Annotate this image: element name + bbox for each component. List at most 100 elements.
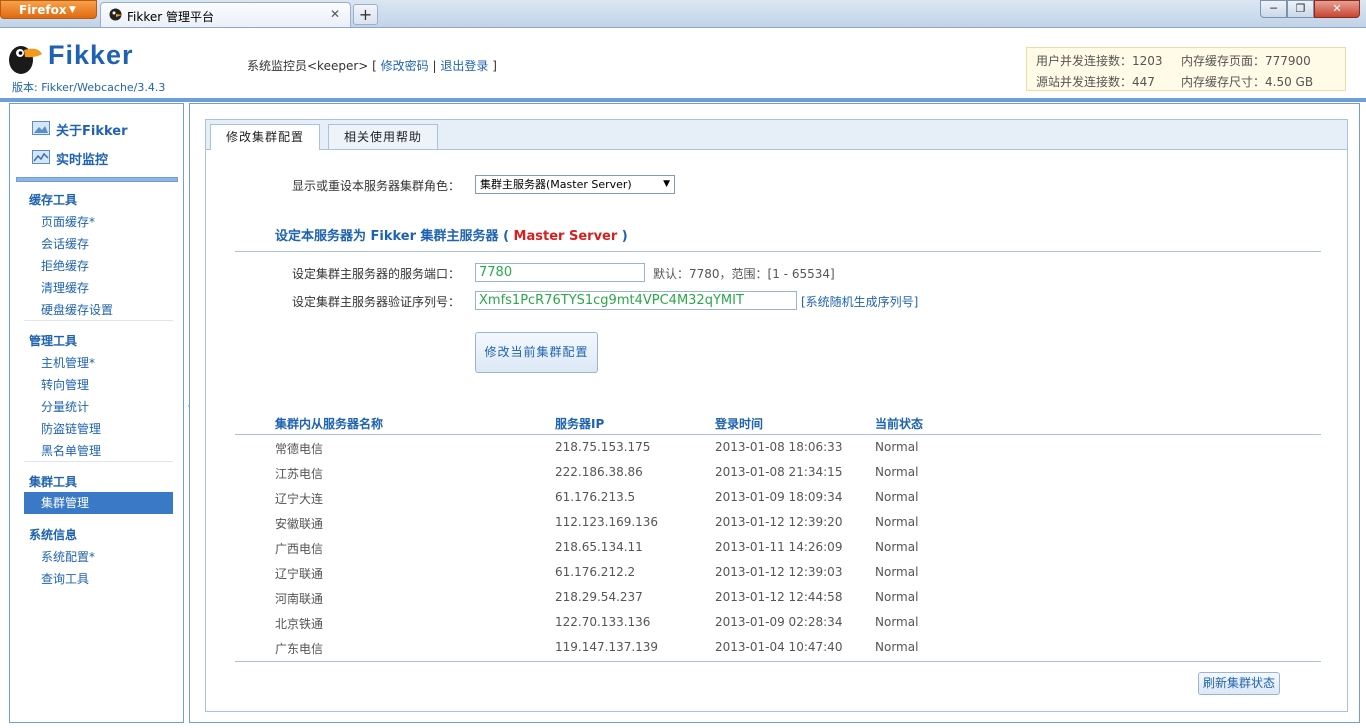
header-divider: [0, 98, 1366, 102]
table-footer-divider: [235, 661, 1321, 662]
user-role-text: 系统监控员<keeper> [: [247, 59, 377, 73]
table-header-ip: 服务器IP: [555, 417, 605, 431]
port-input[interactable]: 7780: [475, 263, 645, 282]
submit-cluster-config-button[interactable]: 修改当前集群配置: [475, 332, 598, 373]
cell-login-time: 2013-01-12 12:39:20: [715, 515, 843, 529]
sidebar-item-query-tools[interactable]: 查询工具: [41, 570, 89, 587]
fikker-logo: Fikker: [8, 38, 188, 78]
table-row: 辽宁大连 61.176.213.5 2013-01-09 18:09:34 No…: [206, 490, 1347, 515]
role-label: 显示或重设本服务器集群角色：: [292, 179, 461, 193]
user-bar: 系统监控员<keeper> [ 修改密码 | 退出登录 ]: [247, 57, 497, 74]
sidebar-group-cache: 缓存工具: [29, 193, 78, 207]
tab-title: Fikker 管理平台: [127, 10, 214, 24]
tab-edit-cluster-config[interactable]: 修改集群配置: [210, 124, 320, 150]
cell-ip: 119.147.137.139: [555, 640, 659, 654]
port-hint: 默认：7780，范围：[1 - 65534]: [653, 267, 835, 281]
table-header-status: 当前状态: [875, 417, 924, 431]
table-header-divider: [235, 434, 1321, 435]
tab-strip: 修改集群配置 相关使用帮助: [206, 120, 1347, 150]
sidebar-item-page-cache[interactable]: 页面缓存*: [41, 213, 95, 230]
cell-status: Normal: [875, 515, 919, 529]
cell-name: 广东电信: [275, 642, 324, 656]
sidebar-item-hotlink[interactable]: 防盗链管理: [41, 420, 101, 437]
cell-login-time: 2013-01-09 02:28:34: [715, 615, 843, 629]
serial-input[interactable]: Xmfs1PcR76TYS1cg9mt4VPC4M32qYMIT: [475, 291, 797, 310]
cell-status: Normal: [875, 440, 919, 454]
cell-name: 广西电信: [275, 542, 324, 556]
firefox-menu-button[interactable]: Firefox ▼: [0, 0, 97, 19]
sidebar-item-blacklist[interactable]: 黑名单管理: [41, 442, 101, 459]
cell-status: Normal: [875, 565, 919, 579]
sidebar: 关于Fikker 实时监控 缓存工具 页面缓存* 会话缓存 拒绝缓存 清理缓存 …: [9, 103, 184, 723]
cell-ip: 122.70.133.136: [555, 615, 651, 629]
browser-tab[interactable]: Fikker 管理平台 ✕: [100, 2, 351, 27]
table-row: 常德电信 218.75.153.175 2013-01-08 18:06:33 …: [206, 440, 1347, 465]
change-password-link[interactable]: 修改密码: [381, 59, 429, 73]
cell-name: 常德电信: [275, 442, 324, 456]
maximize-button[interactable]: ❐: [1287, 0, 1314, 18]
cell-login-time: 2013-01-08 18:06:33: [715, 440, 843, 454]
section-title-prefix: 设定本服务器为 Fikker 集群主服务器 (: [275, 229, 510, 244]
cell-ip: 222.186.38.86: [555, 465, 643, 479]
cluster-role-select[interactable]: 集群主服务器(Master Server) ▼: [475, 175, 675, 194]
port-label: 设定集群主服务器的服务端口：: [292, 267, 461, 281]
cell-status: Normal: [875, 615, 919, 629]
main-content: 修改集群配置 相关使用帮助 显示或重设本服务器集群角色： 集群主服务器(Mast…: [189, 103, 1360, 723]
cell-status: Normal: [875, 465, 919, 479]
tab-help[interactable]: 相关使用帮助: [328, 124, 438, 149]
sidebar-item-session-cache[interactable]: 会话缓存: [41, 235, 89, 252]
user-connections-stat: 用户并发连接数：1203: [1036, 54, 1163, 68]
cell-ip: 61.176.212.2: [555, 565, 636, 579]
cell-status: Normal: [875, 640, 919, 654]
new-tab-button[interactable]: +: [353, 4, 378, 25]
chevron-down-icon: ▼: [663, 179, 670, 189]
sidebar-item-system-config[interactable]: 系统配置*: [41, 548, 95, 565]
sidebar-item-cluster-management[interactable]: 集群管理: [24, 492, 173, 514]
sidebar-item-redirect[interactable]: 转向管理: [41, 376, 89, 393]
sidebar-item-reject-cache[interactable]: 拒绝缓存: [41, 257, 89, 274]
sidebar-item-stats[interactable]: 分量统计: [41, 398, 89, 415]
sidebar-item-disk-cache[interactable]: 硬盘缓存设置: [41, 301, 113, 318]
sidebar-item-hosts[interactable]: 主机管理*: [41, 354, 95, 371]
sidebar-item-purge-cache[interactable]: 清理缓存: [41, 279, 89, 296]
cell-name: 安徽联通: [275, 517, 324, 531]
cell-login-time: 2013-01-12 12:39:03: [715, 565, 843, 579]
user-bar-separator: |: [432, 59, 437, 73]
tab-close-icon[interactable]: ✕: [330, 7, 340, 21]
cell-ip: 218.65.134.11: [555, 540, 643, 554]
logo-text: Fikker: [48, 40, 134, 70]
minimize-button[interactable]: ─: [1260, 0, 1287, 18]
serial-label: 设定集群主服务器验证序列号：: [292, 295, 461, 309]
sidebar-link-about-label: 关于Fikker: [56, 124, 128, 139]
chevron-down-icon: ▼: [69, 5, 76, 15]
cell-name: 北京铁通: [275, 617, 324, 631]
close-window-button[interactable]: ✕: [1314, 0, 1360, 18]
memory-pages-stat: 内存缓存页面：777900: [1181, 54, 1311, 68]
section-title-suffix: ): [621, 229, 628, 244]
browser-chrome: Firefox ▼ Fikker 管理平台 ✕ + ─ ❐ ✕: [0, 0, 1366, 28]
table-row: 广西电信 218.65.134.11 2013-01-11 14:26:09 N…: [206, 540, 1347, 565]
cell-ip: 61.176.213.5: [555, 490, 636, 504]
section-title-highlight: Master Server: [509, 229, 622, 244]
cell-status: Normal: [875, 540, 919, 554]
table-row: 北京铁通 122.70.133.136 2013-01-09 02:28:34 …: [206, 615, 1347, 640]
logout-link[interactable]: 退出登录: [440, 59, 488, 73]
user-bar-close-bracket: ]: [492, 59, 497, 73]
cell-ip: 218.75.153.175: [555, 440, 651, 454]
sidebar-link-monitor-label: 实时监控: [56, 153, 109, 168]
cell-login-time: 2013-01-04 10:47:40: [715, 640, 843, 654]
cell-login-time: 2013-01-09 18:09:34: [715, 490, 843, 504]
cluster-role-value: 集群主服务器(Master Server): [480, 178, 632, 191]
section-divider: [235, 251, 1321, 252]
firefox-menu-label: Firefox: [19, 3, 67, 17]
origin-connections-stat: 源站并发连接数：447: [1036, 75, 1155, 89]
section-title: 设定本服务器为 Fikker 集群主服务器 ( Master Server ): [275, 225, 628, 244]
memory-size-stat: 内存缓存尺寸：4.50 GB: [1181, 75, 1314, 89]
refresh-cluster-status-button[interactable]: 刷新集群状态: [1198, 672, 1280, 695]
toucan-logo-icon: [9, 46, 42, 74]
generate-serial-link[interactable]: [系统随机生成序列号]: [801, 293, 918, 310]
cell-status: Normal: [875, 490, 919, 504]
page-header: Fikker 版本: Fikker/Webcache/3.4.3 系统监控员<k…: [0, 28, 1366, 102]
cell-name: 辽宁联通: [275, 567, 324, 581]
sidebar-group-management: 管理工具: [29, 334, 78, 348]
